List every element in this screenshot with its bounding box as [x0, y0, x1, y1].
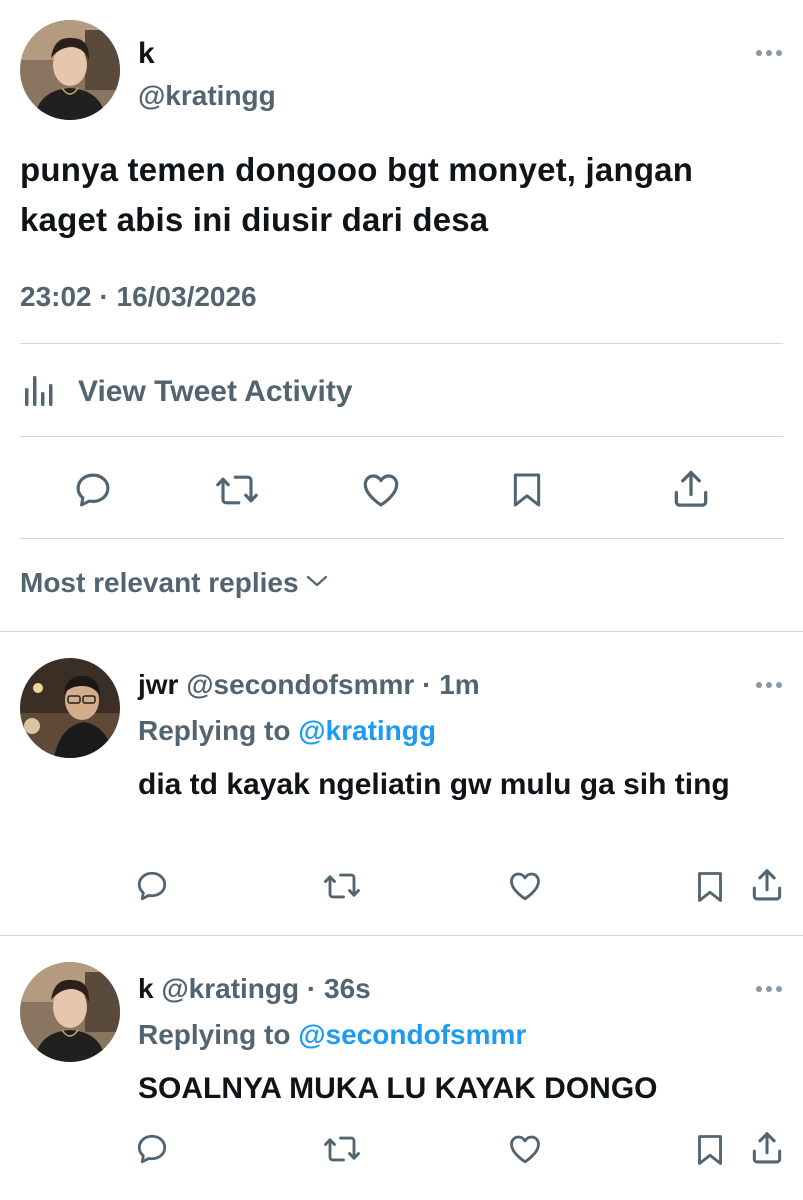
more-options-icon[interactable] [754, 984, 784, 994]
reply-header: jwr @secondofsmmr · 1m [138, 668, 480, 702]
reply-text: SOALNYA MUKA LU KAYAK DONGO [138, 1072, 658, 1105]
author-name[interactable]: k [138, 36, 155, 72]
like-icon[interactable] [507, 868, 543, 909]
reply-author-handle[interactable]: @kratingg [161, 973, 299, 1004]
reply-header: k @kratingg · 36s [138, 972, 371, 1006]
view-tweet-activity-label: View Tweet Activity [78, 375, 353, 408]
bookmark-icon[interactable] [692, 868, 728, 911]
chevron-down-icon [299, 571, 329, 596]
reply-time[interactable]: 36s [324, 973, 371, 1004]
replying-to-line: Replying to @kratingg [138, 714, 436, 748]
share-icon[interactable] [748, 866, 786, 909]
share-icon[interactable] [669, 467, 713, 516]
view-tweet-activity-button[interactable]: View Tweet Activity [20, 370, 353, 414]
tweet-timestamp[interactable]: 23:02 · 16/03/2026 [20, 280, 257, 314]
replying-to-line: Replying to @secondofsmmr [138, 1018, 526, 1052]
share-icon[interactable] [748, 1129, 786, 1172]
separator-dot: · [422, 669, 432, 700]
reply-icon[interactable] [72, 469, 114, 516]
divider [20, 436, 783, 437]
reply-text: dia td kayak ngeliatin gw mulu ga sih ti… [138, 768, 730, 801]
reply-author-name[interactable]: k [138, 973, 154, 1004]
retweet-icon[interactable] [322, 1131, 362, 1172]
author-handle[interactable]: @kratingg [138, 79, 276, 113]
like-icon[interactable] [360, 469, 402, 516]
reply-author-handle[interactable]: @secondofsmmr [186, 669, 414, 700]
reply-time[interactable]: 1m [439, 669, 479, 700]
divider [20, 343, 783, 344]
divider [0, 631, 803, 632]
like-icon[interactable] [507, 1131, 543, 1172]
analytics-icon [20, 370, 60, 415]
avatar[interactable] [20, 658, 120, 758]
divider [20, 538, 783, 539]
avatar[interactable] [20, 962, 120, 1062]
more-options-icon[interactable] [754, 48, 784, 58]
replying-to-link[interactable]: @kratingg [298, 715, 436, 746]
bookmark-icon[interactable] [507, 469, 547, 516]
bookmark-icon[interactable] [692, 1131, 728, 1174]
reply-author-name[interactable]: jwr [138, 669, 178, 700]
tweet-text: punya temen dongooo bgt monyet, jangan k… [20, 151, 694, 238]
reply-icon[interactable] [134, 1131, 170, 1172]
replies-sort-dropdown[interactable]: Most relevant replies [20, 567, 329, 599]
separator-dot: · [306, 973, 317, 1004]
retweet-icon[interactable] [214, 469, 260, 516]
replying-to-prefix: Replying to [138, 1019, 291, 1050]
retweet-icon[interactable] [322, 868, 362, 909]
divider [0, 935, 803, 936]
tweet-actions [0, 462, 803, 518]
reply-icon[interactable] [134, 868, 170, 909]
avatar[interactable] [20, 20, 120, 120]
replying-to-link[interactable]: @secondofsmmr [298, 1019, 526, 1050]
replying-to-prefix: Replying to [138, 715, 291, 746]
more-options-icon[interactable] [754, 680, 784, 690]
replies-sort-label: Most relevant replies [20, 567, 299, 598]
